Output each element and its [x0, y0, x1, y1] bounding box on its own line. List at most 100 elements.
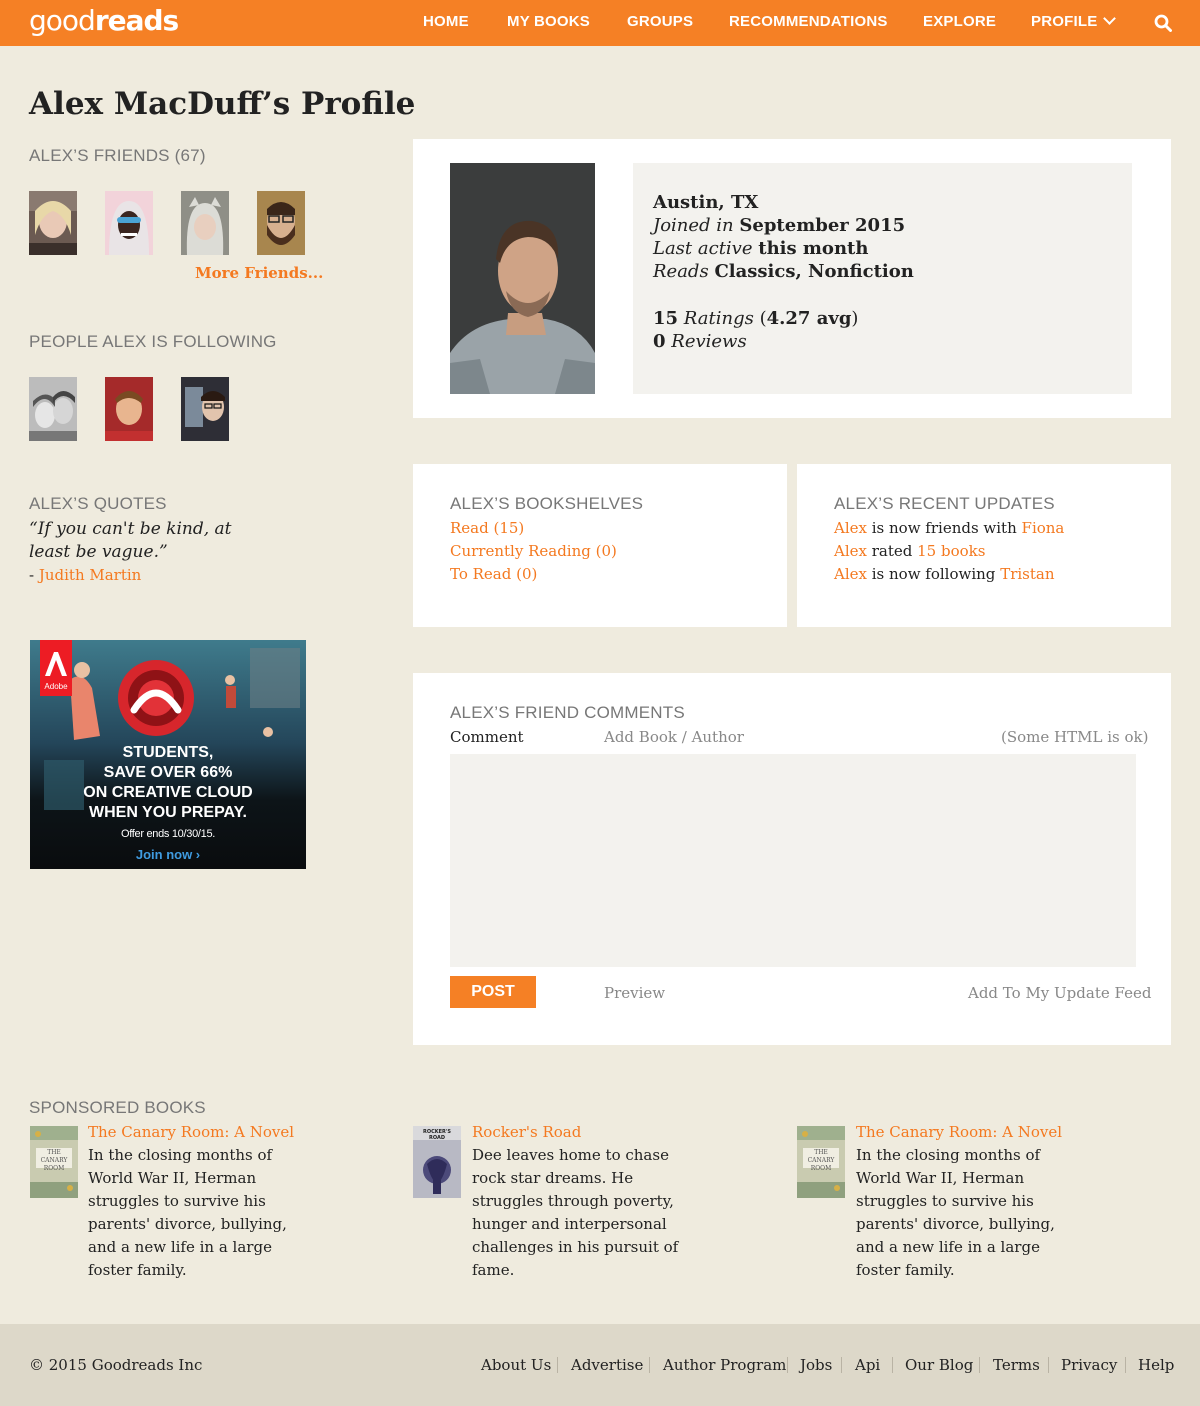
book-cover-text: THE CANARY ROOM: [40, 1149, 68, 1172]
book-cover-text: THE CANARY ROOM: [807, 1149, 835, 1172]
recent-updates-heading: ALEX’S RECENT UPDATES: [834, 494, 1055, 513]
update-actor-link[interactable]: Alex: [834, 565, 867, 583]
ad-line-2: SAVE OVER 66%: [103, 764, 233, 781]
footer-link-about-us[interactable]: About Us: [481, 1356, 551, 1374]
bookshelves-heading: ALEX’S BOOKSHELVES: [450, 494, 644, 513]
html-ok-note: (Some HTML is ok): [1001, 728, 1149, 746]
reviews-label: Reviews: [671, 331, 747, 352]
ad-line-1: STUDENTS,: [122, 744, 214, 761]
profile-location: Austin, TX: [653, 192, 759, 213]
sponsored-book-title-link[interactable]: The Canary Room: A Novel: [856, 1123, 1062, 1141]
search-icon[interactable]: [1154, 14, 1172, 32]
profile-joined: Joined in September 2015: [653, 215, 905, 236]
nav-recommendations[interactable]: RECOMMENDATIONS: [729, 13, 888, 30]
sponsored-book-description: Dee leaves home to chase rock star dream…: [472, 1146, 679, 1279]
book-cover-text: ROCKER'S ROAD: [422, 1129, 452, 1141]
nav-profile[interactable]: PROFILE: [1031, 12, 1117, 30]
top-navbar: goodreads HOME MY BOOKS GROUPS RECOMMEND…: [0, 0, 1200, 46]
sponsored-books-heading: SPONSORED BOOKS: [29, 1098, 206, 1117]
profile-ratings: 15 Ratings (4.27 avg): [653, 308, 859, 329]
last-active-value: this month: [758, 238, 869, 259]
footer-link-terms[interactable]: Terms: [993, 1356, 1040, 1374]
update-actor-link[interactable]: Alex: [834, 542, 867, 560]
ad-line-4: WHEN YOU PREPAY.: [89, 804, 247, 821]
preview-link[interactable]: Preview: [604, 984, 665, 1002]
book-cover[interactable]: ROCKER'S ROAD: [413, 1126, 461, 1198]
nav-explore[interactable]: EXPLORE: [923, 13, 996, 30]
nav-profile-label: PROFILE: [1031, 13, 1098, 30]
footer-link-help[interactable]: Help: [1138, 1356, 1174, 1374]
sponsored-book-title-link[interactable]: The Canary Room: A Novel: [88, 1123, 294, 1141]
quotes-heading: ALEX’S QUOTES: [29, 494, 167, 513]
update-text: is now following: [866, 565, 1001, 583]
add-book-author-link[interactable]: Add Book / Author: [604, 728, 744, 746]
update-text: is now friends with: [866, 519, 1022, 537]
footer-link-author-program[interactable]: Author Program: [663, 1356, 786, 1374]
ad-join-now-link[interactable]: Join now ›: [30, 847, 306, 862]
following-avatar[interactable]: [181, 377, 229, 441]
post-button[interactable]: POST: [450, 976, 536, 1008]
update-object-link[interactable]: Tristan: [1000, 565, 1054, 583]
page-title: Alex MacDuff’s Profile: [29, 86, 416, 122]
reviews-count: 0: [653, 331, 666, 352]
ratings-avg: 4.27 avg: [766, 308, 852, 329]
quote-dash: -: [29, 566, 39, 584]
shelf-currently-reading-link[interactable]: Currently Reading (0): [450, 542, 617, 560]
update-object-link[interactable]: Fiona: [1022, 519, 1065, 537]
reads-value: Classics, Nonfiction: [714, 261, 914, 282]
friend-avatar[interactable]: [105, 191, 153, 255]
more-friends-link[interactable]: More Friends...: [195, 264, 323, 282]
update-item: Alex is now friends with Fiona: [834, 519, 1064, 537]
ad-offer: Offer ends 10/30/15.: [120, 828, 216, 840]
adobe-ad-banner[interactable]: Adobe STUDENTS, SAVE OVER 66% ON CREATIV…: [30, 640, 306, 869]
sponsored-book-description: In the closing months of World War II, H…: [88, 1146, 287, 1279]
sponsored-book-title-link[interactable]: Rocker's Road: [472, 1123, 581, 1141]
footer-divider: [649, 1357, 650, 1373]
profile-last-active: Last active this month: [653, 238, 868, 259]
book-cover[interactable]: THE CANARY ROOM: [30, 1126, 78, 1198]
comment-label: Comment: [450, 728, 524, 746]
following-avatar[interactable]: [105, 377, 153, 441]
footer-link-our-blog[interactable]: Our Blog: [905, 1356, 973, 1374]
friend-avatar[interactable]: [257, 191, 305, 255]
add-to-update-feed-link[interactable]: Add To My Update Feed: [968, 984, 1151, 1002]
footer-divider: [1125, 1357, 1126, 1373]
quote-attribution: - Judith Martin: [29, 566, 141, 584]
book-cover[interactable]: THE CANARY ROOM: [797, 1126, 845, 1198]
comment-textarea[interactable]: [450, 754, 1136, 967]
update-actor-link[interactable]: Alex: [834, 519, 867, 537]
last-active-label: Last active: [653, 238, 753, 259]
following-avatar[interactable]: [29, 377, 77, 441]
adobe-wordmark: Adobe: [44, 682, 68, 691]
friend-avatar[interactable]: [181, 191, 229, 255]
footer-link-privacy[interactable]: Privacy: [1061, 1356, 1117, 1374]
footer-link-api[interactable]: Api: [855, 1356, 880, 1374]
quote-text: “If you can't be kind, at least be vague…: [29, 519, 232, 562]
nav-home[interactable]: HOME: [423, 13, 469, 30]
friend-avatar[interactable]: [29, 191, 77, 255]
profile-photo: [450, 163, 595, 394]
footer-link-advertise[interactable]: Advertise: [571, 1356, 643, 1374]
footer-link-jobs[interactable]: Jobs: [800, 1356, 832, 1374]
logo-text-light: good: [29, 4, 96, 37]
ad-headline: STUDENTS, SAVE OVER 66% ON CREATIVE CLOU…: [30, 743, 306, 823]
shelf-read-link[interactable]: Read (15): [450, 519, 524, 537]
ratings-label: Ratings: [683, 308, 754, 329]
adobe-logo: Adobe: [40, 640, 72, 696]
friends-heading: ALEX’S FRIENDS (67): [29, 146, 206, 165]
footer-divider: [892, 1357, 893, 1373]
footer-divider: [787, 1357, 788, 1373]
update-object-link[interactable]: 15 books: [917, 542, 985, 560]
profile-reviews: 0 Reviews: [653, 331, 747, 352]
update-item: Alex is now following Tristan: [834, 565, 1055, 583]
profile-reads: Reads Classics, Nonfiction: [653, 261, 914, 282]
footer-divider: [841, 1357, 842, 1373]
nav-groups[interactable]: GROUPS: [627, 13, 693, 30]
goodreads-logo[interactable]: goodreads: [29, 4, 179, 37]
quote-author-link[interactable]: Judith Martin: [39, 566, 142, 584]
friend-comments-heading: ALEX’S FRIEND COMMENTS: [450, 703, 685, 722]
shelf-to-read-link[interactable]: To Read (0): [450, 565, 537, 583]
nav-my-books[interactable]: MY BOOKS: [507, 13, 590, 30]
chevron-down-icon: [1103, 12, 1117, 25]
footer-divider: [979, 1357, 980, 1373]
